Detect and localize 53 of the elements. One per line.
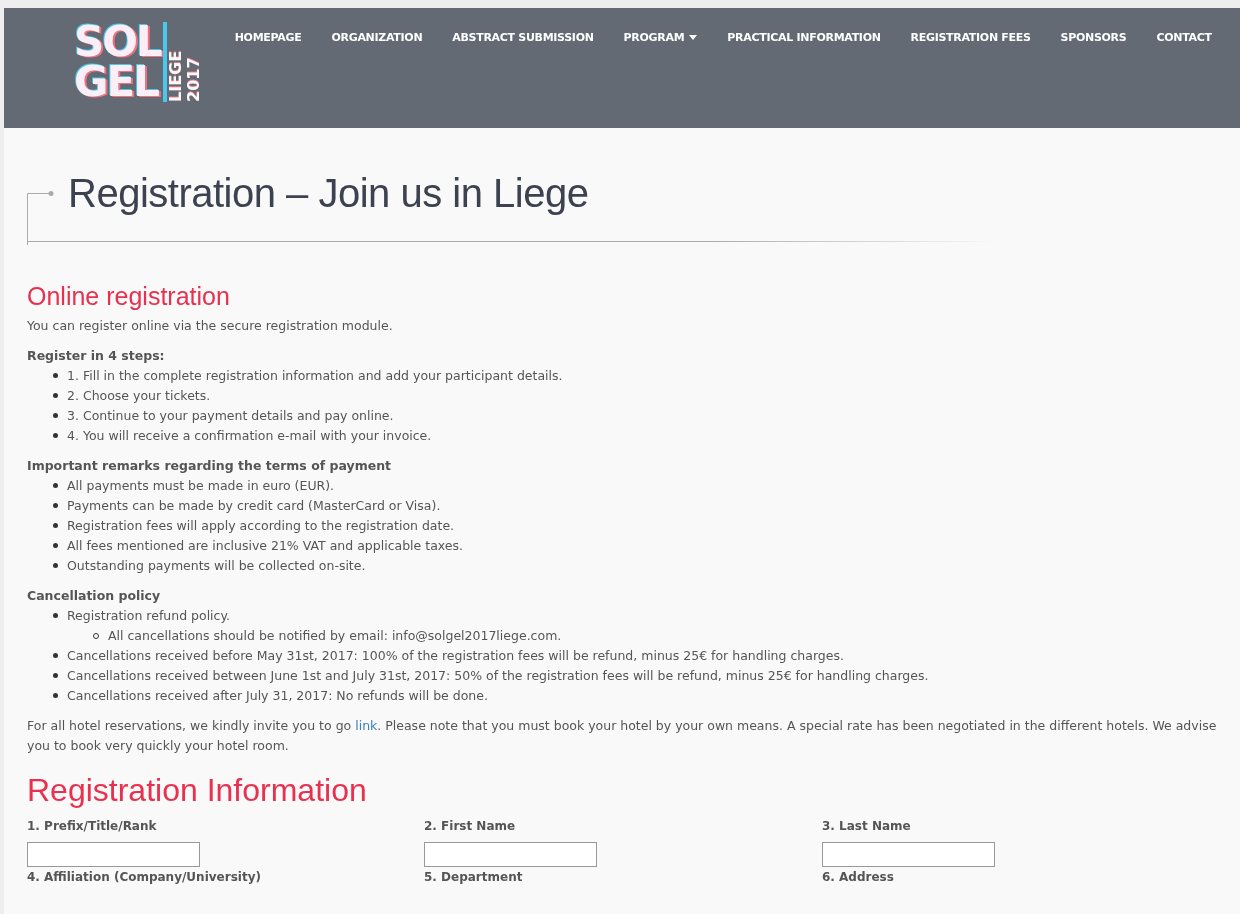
list-item: Cancellations received before May 31st, 2017: 100% of the registration fees will be refund, minus 25€ for handling charges. [67, 648, 844, 663]
bullet-icon [53, 673, 58, 678]
nav-link[interactable]: PROGRAM [623, 31, 698, 44]
list-item: Registration fees will apply according to the registration date. [67, 518, 455, 533]
section-heading: Registration Information [27, 772, 368, 808]
field-label: 3. Last Name [822, 818, 912, 835]
bullet-icon [53, 413, 58, 418]
list-item: Registration refund policy. [67, 608, 231, 623]
list-item: Cancellations received between June 1st and July 31st, 2017: 50% of the registration fees will be refund, minus 25€ for handling charges. [67, 668, 929, 683]
bullet-icon [53, 373, 58, 378]
nav-link[interactable]: CONTACT [1156, 31, 1212, 44]
section-heading: Online registration [27, 282, 231, 310]
nav-link[interactable]: REGISTRATION FEES [910, 31, 1031, 44]
hotel-paragraph: For all hotel reservations, we kindly invite you to go link. Please note that you must book your hotel by your own means. A special rate has been negotiated in the different hotels. We advise you to book very quickly your hotel room. [27, 717, 1217, 755]
field-label: 4. Affiliation (Company/University) [27, 869, 262, 886]
bullet-icon [53, 653, 58, 658]
list-heading: Important remarks regarding the terms of payment [27, 457, 393, 475]
bullet-icon [53, 523, 58, 528]
list-item: 3. Continue to your payment details and pay online. [67, 408, 394, 423]
nav-link[interactable]: ABSTRACT SUBMISSION [452, 31, 594, 44]
list-item: All payments must be made in euro (EUR). [67, 478, 335, 493]
bullet-icon [53, 693, 58, 698]
list-item: 1. Fill in the complete registration information and add your participant details. [67, 368, 563, 383]
nav-link[interactable]: SPONSORS [1060, 31, 1127, 44]
list-item: Outstanding payments will be collected on-site. [67, 558, 366, 573]
input-field[interactable] [27, 842, 200, 867]
list-item: Cancellations received after July 31, 2017: No refunds will be done. [67, 688, 488, 703]
page-title: Registration – Join us in Liege [68, 170, 589, 217]
field-label: 1. Prefix/Title/Rank [27, 818, 158, 835]
nav-link[interactable]: HOMEPAGE [234, 31, 302, 44]
field-label: 5. Department [424, 869, 524, 886]
nav-link[interactable]: PRACTICAL INFORMATION [727, 31, 881, 44]
bullet-icon [53, 393, 58, 398]
list-item: Payments can be made by credit card (MasterCard or Visa). [67, 498, 441, 513]
list-item: All cancellations should be notified by email: info@solgel2017liege.com. [108, 628, 562, 643]
bullet-icon [53, 483, 58, 488]
bullet-icon [53, 563, 58, 568]
bullet-icon [53, 503, 58, 508]
title-bracket [27, 191, 55, 245]
input-field[interactable] [822, 842, 995, 867]
bullet-icon [53, 543, 58, 548]
list-heading: Register in 4 steps: [27, 347, 166, 365]
field-label: 2. First Name [424, 818, 517, 835]
input-field[interactable] [424, 842, 597, 867]
list-item: All fees mentioned are inclusive 21% VAT and applicable taxes. [67, 538, 463, 553]
bullet-icon [53, 613, 58, 618]
intro-text: You can register online via the secure registration module. [27, 317, 394, 335]
list-item: 4. You will receive a confirmation e-mail with your invoice. [67, 428, 432, 443]
bullet-icon [53, 433, 58, 438]
list-item: 2. Choose your tickets. [67, 388, 211, 403]
field-label: 6. Address [822, 869, 895, 886]
list-heading: Cancellation policy [27, 587, 162, 605]
nav-link[interactable]: ORGANIZATION [331, 31, 423, 44]
